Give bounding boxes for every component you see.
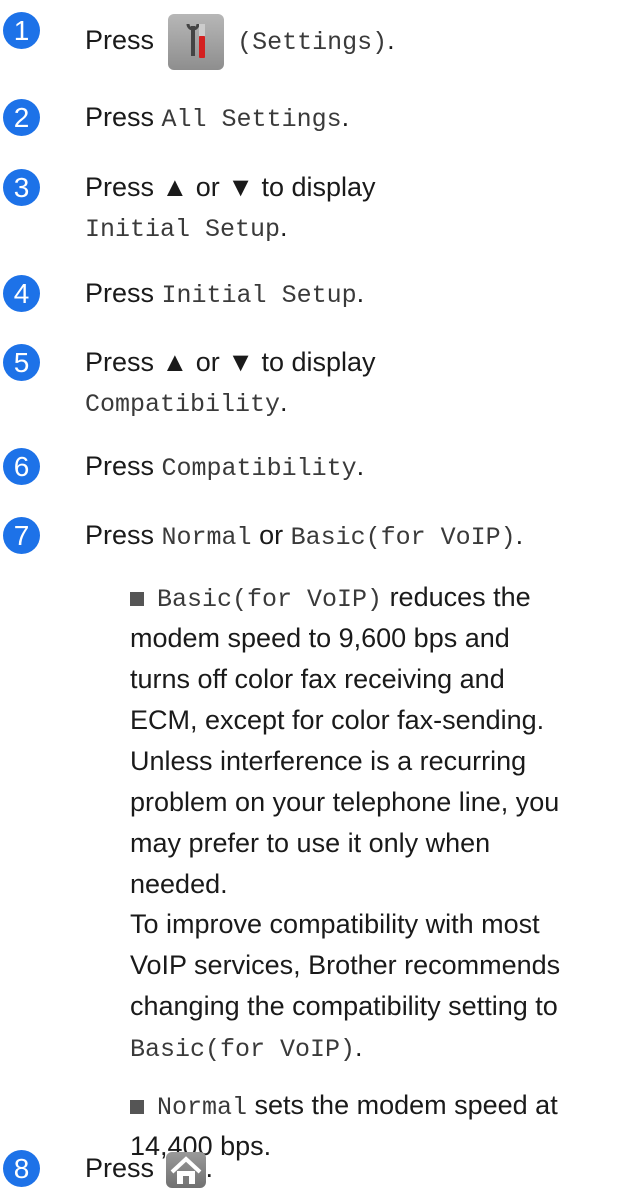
step-number-badge: 5 <box>3 344 40 381</box>
note-text: changing the compatibility setting to <box>130 991 558 1021</box>
bullet-text: turns off color fax receiving and <box>130 664 505 694</box>
step-text: Press <box>85 520 155 550</box>
bullet-square <box>130 1100 144 1114</box>
step-text: Press <box>85 1153 155 1184</box>
bullet-text: sets the modem speed at <box>254 1090 558 1120</box>
punct: . <box>356 278 365 308</box>
step-number-badge: 1 <box>3 12 40 49</box>
home-icon <box>165 1152 206 1188</box>
bullet-text: reduces the <box>389 582 531 612</box>
settings-icon <box>167 14 224 70</box>
punct: . <box>341 102 350 132</box>
option-normal: Normal <box>157 1093 248 1122</box>
bullet-basic-voip-body: modem speed to 9,600 bps and turns off c… <box>130 618 627 905</box>
option-basic-voip: Basic(for VoIP) <box>130 1035 356 1064</box>
option-normal: Normal <box>161 523 252 552</box>
punct: . <box>205 1153 214 1184</box>
bullet-normal: Normal sets the modem speed at <box>157 1085 627 1128</box>
step-text: Press <box>85 278 155 308</box>
bullet-basic-voip: Basic(for VoIP) reduces the <box>157 577 627 620</box>
menu-initial-setup: Initial Setup <box>85 215 281 244</box>
punct: . <box>515 520 524 550</box>
step-number-badge: 2 <box>3 99 40 136</box>
step-number-badge: 8 <box>3 1150 40 1187</box>
step-text: Press <box>85 451 155 481</box>
menu-compatibility: Compatibility <box>161 454 357 483</box>
bullet-text: modem speed to 9,600 bps and <box>130 623 510 653</box>
punct: . <box>387 25 395 56</box>
bullet-text: needed. <box>130 869 228 899</box>
bullet-text: ECM, except for color fax-sending. <box>130 705 545 735</box>
option-basic-voip: Basic(for VoIP) <box>290 523 516 552</box>
settings-label: (Settings) <box>237 28 388 58</box>
bullet-text: problem on your telephone line, you <box>130 787 560 817</box>
bullet-text: Unless interference is a recurring <box>130 746 527 776</box>
punct: . <box>356 451 365 481</box>
step-number-badge: 6 <box>3 448 40 485</box>
step-text: Press <box>85 102 155 132</box>
note-text: VoIP services, Brother recommends <box>130 950 561 980</box>
step-number-badge: 4 <box>3 275 40 312</box>
step-text: Press ▲ or ▼ to display <box>85 347 376 377</box>
menu-compatibility: Compatibility <box>85 390 281 419</box>
note-text: To improve compatibility with most <box>130 909 540 939</box>
punct: . <box>280 387 288 417</box>
punct: . <box>280 212 288 242</box>
step-text: Press ▲ or ▼ to display <box>85 172 376 202</box>
note-paragraph: To improve compatibility with most VoIP … <box>130 904 627 1070</box>
menu-initial-setup: Initial Setup <box>161 281 357 310</box>
option-basic-voip: Basic(for VoIP) <box>157 585 383 614</box>
step-text: Press <box>85 25 155 56</box>
step-number-badge: 3 <box>3 169 40 206</box>
bullet-text: may prefer to use it only when <box>130 828 491 858</box>
punct: . <box>355 1032 363 1062</box>
menu-all-settings: All Settings <box>161 105 342 134</box>
or-text: or <box>259 520 284 550</box>
bullet-square <box>130 592 144 606</box>
step-number-badge: 7 <box>3 517 40 554</box>
